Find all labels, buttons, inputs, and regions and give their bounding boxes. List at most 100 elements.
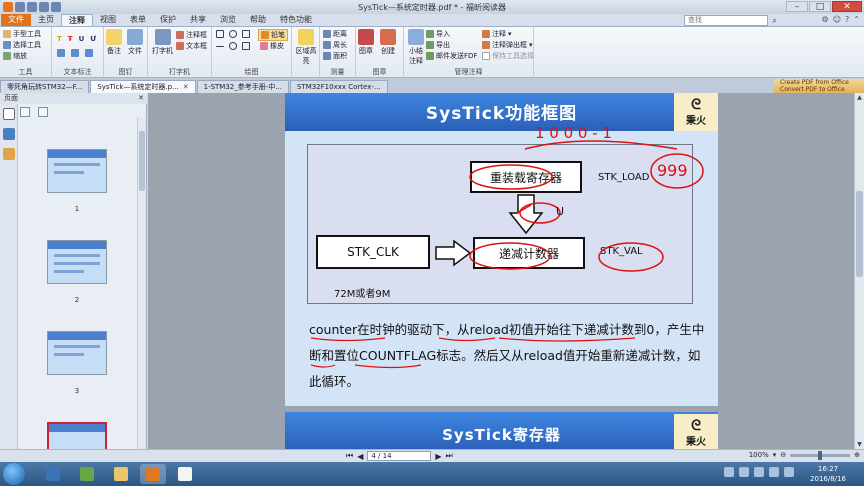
next-page-icon[interactable]: ▶ — [435, 452, 441, 461]
doc-tab[interactable]: 1-STM32_参考手册-中... — [196, 80, 289, 93]
zoom-dropdown-icon[interactable]: ▾ — [773, 451, 777, 459]
close-icon[interactable]: ✕ — [832, 1, 862, 12]
close-tab-icon[interactable]: ✕ — [183, 83, 189, 91]
create-stamp-button[interactable]: 创建 — [380, 29, 396, 56]
network-icon[interactable] — [784, 467, 794, 477]
checkbox-icon — [482, 52, 490, 60]
maximize-icon[interactable]: □ — [809, 1, 831, 12]
tab-help[interactable]: 帮助 — [243, 14, 273, 26]
user-icon[interactable]: ☺ — [833, 15, 841, 24]
delete-page-icon[interactable] — [38, 107, 48, 117]
select-tool-button[interactable]: 选择工具 — [3, 40, 41, 50]
taskbar-app[interactable] — [108, 464, 134, 484]
tab-browse[interactable]: 浏览 — [213, 14, 243, 26]
eraser-button[interactable]: 橡皮 — [260, 41, 284, 51]
cloud-icon[interactable] — [229, 42, 237, 50]
tab-protect[interactable]: 保护 — [153, 14, 183, 26]
ink-circle-counter — [469, 242, 551, 270]
zoom-slider[interactable] — [790, 450, 851, 460]
taskbar-app-active[interactable] — [140, 464, 166, 484]
close-panel-icon[interactable]: ✕ — [138, 93, 144, 104]
tab-share[interactable]: 共享 — [183, 14, 213, 26]
caret-icon[interactable] — [85, 49, 93, 57]
collapse-ribbon-icon[interactable]: ⌃ — [853, 15, 860, 24]
taskbar-app[interactable] — [172, 464, 198, 484]
help-icon[interactable]: ? — [845, 15, 849, 24]
tab-features[interactable]: 特色功能 — [273, 14, 319, 26]
tab-view[interactable]: 视图 — [93, 14, 123, 26]
strikeout-icon[interactable]: Ŧ — [68, 35, 73, 43]
annotate-dropdown[interactable]: 注释 ▾ — [482, 29, 512, 39]
panel-scrollbar[interactable] — [137, 117, 146, 462]
tab-file[interactable]: 文件 — [1, 14, 31, 26]
callout-button[interactable]: 注释框 — [176, 30, 207, 40]
tray-icon[interactable] — [739, 467, 749, 477]
line-icon[interactable] — [216, 45, 224, 47]
volume-icon[interactable] — [769, 467, 779, 477]
zoom-out-icon[interactable]: ⊖ — [780, 451, 786, 459]
note-button[interactable]: 备注 — [106, 29, 122, 56]
rectangle-icon[interactable] — [216, 30, 224, 38]
comments-icon[interactable] — [3, 148, 15, 160]
tray-icon[interactable] — [724, 467, 734, 477]
polyline-icon[interactable] — [242, 42, 250, 50]
keep-tool-checkbox[interactable]: 保持工具选择 — [482, 51, 534, 61]
search-icon[interactable]: ⌕ — [769, 15, 780, 26]
popup-dropdown[interactable]: 注释弹出框 ▾ — [482, 40, 533, 50]
zoom-tool-button[interactable]: 缩放 — [3, 51, 27, 61]
taskbar-app[interactable] — [74, 464, 100, 484]
textbox-button[interactable]: 文本框 — [176, 41, 207, 51]
export-button[interactable]: 导出 — [426, 40, 450, 50]
replace-text-icon[interactable] — [57, 49, 65, 57]
perimeter-button[interactable]: 周长 — [323, 40, 347, 50]
minimize-icon[interactable]: – — [786, 1, 808, 12]
scroll-up-icon[interactable]: ▲ — [855, 93, 864, 102]
scroll-down-icon[interactable]: ▼ — [855, 440, 864, 449]
tab-comment[interactable]: 注释 — [61, 14, 93, 26]
taskbar-app[interactable] — [40, 464, 66, 484]
thumbnail-options-icon[interactable] — [20, 107, 30, 117]
area-button[interactable]: 面积 — [323, 51, 347, 61]
doc-tab[interactable]: STM32F10xxx Cortex-... — [289, 80, 388, 93]
last-page-icon[interactable]: ⏭ — [446, 451, 453, 461]
polygon-icon[interactable] — [242, 30, 250, 38]
start-button[interactable] — [3, 463, 25, 485]
system-clock[interactable]: 16:27 2016/8/16 — [798, 464, 858, 484]
document-scrollbar[interactable]: ▲ ▼ — [854, 93, 864, 449]
summarize-comments-button[interactable]: 小结注释 — [406, 29, 426, 66]
import-button[interactable]: 导入 — [426, 29, 450, 39]
doc-tab-active[interactable]: SysTick—系统定时器.p... ✕ — [90, 80, 196, 93]
prev-page-icon[interactable]: ◀ — [357, 452, 363, 461]
page-thumbnail[interactable] — [47, 240, 107, 284]
squiggly-icon[interactable]: Ư — [90, 35, 96, 43]
typewriter-button[interactable]: 打字机 — [152, 29, 173, 56]
doc-tab[interactable]: 零死角玩转STM32—F... — [0, 80, 90, 93]
area-highlight-button[interactable]: 区域高亮 — [295, 29, 317, 66]
page-thumbnail[interactable] — [47, 331, 107, 375]
email-fdf-button[interactable]: 邮件发送FDF — [426, 51, 477, 61]
hand-tool-button[interactable]: 手型工具 — [3, 29, 41, 39]
file-attach-button[interactable]: 文件 — [127, 29, 143, 56]
zoom-level[interactable]: 100% — [749, 451, 769, 459]
bookmarks-icon[interactable] — [3, 128, 15, 140]
distance-button[interactable]: 距离 — [323, 29, 347, 39]
zoom-in-icon[interactable]: ⊕ — [854, 451, 860, 459]
page-thumbnail[interactable] — [47, 149, 107, 193]
tray-icon[interactable] — [754, 467, 764, 477]
highlight-icon[interactable]: T — [57, 35, 62, 43]
promo-banner[interactable]: Create PDF from Office Convert PDF to Of… — [774, 79, 864, 93]
page-number-field[interactable]: 4 / 14 — [367, 451, 432, 461]
oval-icon[interactable] — [229, 30, 237, 38]
settings-icon[interactable]: ⚙ — [822, 15, 829, 24]
pages-icon[interactable] — [3, 108, 15, 120]
insert-text-icon[interactable] — [71, 49, 79, 57]
pencil-button[interactable]: 铅笔 — [258, 29, 288, 41]
scrollbar-thumb[interactable] — [856, 191, 863, 277]
logo: ᘓ 秉火 — [674, 414, 718, 449]
tab-home[interactable]: 主页 — [31, 14, 61, 26]
stamp-button[interactable]: 图章 — [358, 29, 374, 56]
search-input[interactable] — [684, 15, 768, 26]
first-page-icon[interactable]: ⏮ — [346, 451, 353, 461]
underline-icon[interactable]: U — [79, 35, 85, 43]
tab-form[interactable]: 表单 — [123, 14, 153, 26]
